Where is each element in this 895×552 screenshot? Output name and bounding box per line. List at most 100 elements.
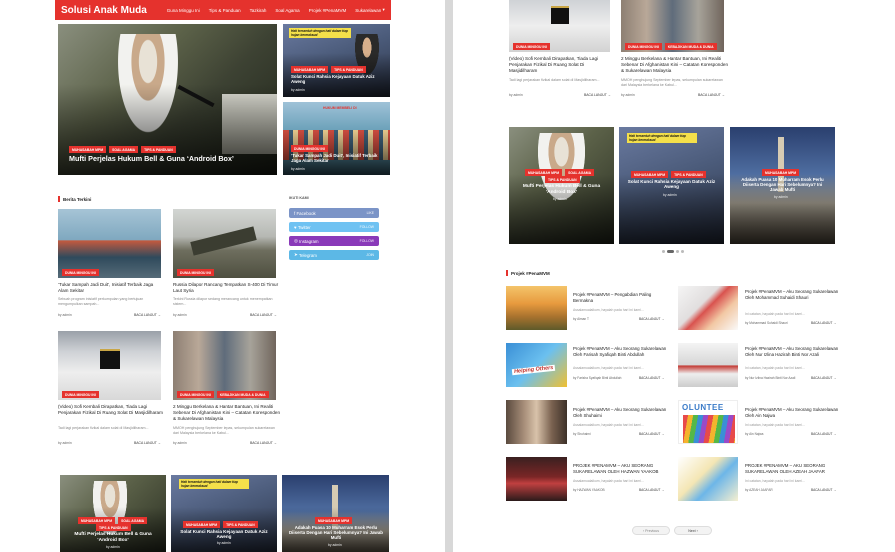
- list-title[interactable]: Projek #PenaMVM – Aku Seorang Sukarelawa…: [745, 407, 845, 418]
- category-tag[interactable]: KEBAJIKAN MUDA & DUNIA: [664, 43, 717, 50]
- author-meta[interactable]: by Shuhaimi: [573, 432, 591, 436]
- list-thumb[interactable]: [678, 286, 738, 330]
- slider-dots[interactable]: [662, 250, 684, 253]
- read-more-link[interactable]: BACA LANJUT →: [639, 376, 664, 380]
- list-thumb[interactable]: [678, 457, 738, 501]
- author-meta[interactable]: by Farisha Syafiqah Binti Abdullah: [573, 376, 621, 380]
- post-thumb[interactable]: DUNIA MINGGU INI: [173, 209, 276, 278]
- category-tag[interactable]: MUHASABAH MPM: [291, 66, 329, 73]
- category-tag[interactable]: MUHASABAH MPM: [78, 517, 116, 524]
- search-icon[interactable]: ⌕: [414, 7, 418, 14]
- featured-side-card[interactable]: Hati tersentuh dengan hati dalam tiap hu…: [283, 24, 390, 97]
- read-more-link[interactable]: BACA LANJUT →: [811, 432, 836, 436]
- post-title[interactable]: (Video) Sofi Kembali Dirapatkan, Tiada L…: [58, 404, 164, 416]
- author-meta[interactable]: by Ain Najwa: [745, 432, 763, 436]
- category-tag[interactable]: TIPS & PANDUAN: [96, 524, 131, 531]
- author-meta[interactable]: by Aiman T: [573, 317, 589, 321]
- author-meta[interactable]: by AZEAH JAAFAR: [745, 488, 773, 492]
- post-title[interactable]: (Video) Sofi Kembali Dirapatkan, Tiada L…: [509, 56, 613, 74]
- read-more-link[interactable]: BACA LANJUT →: [811, 488, 836, 492]
- author-meta[interactable]: by HAZWAN YAAKOB: [573, 488, 605, 492]
- featured-side-card[interactable]: HUKUM MEMBELI DI DUNIA MINGGU INI ‘Tukar…: [283, 102, 390, 175]
- slider-title[interactable]: Adakah Puasa 10 Muharram Esok Perlu Diis…: [288, 525, 384, 540]
- slider-card[interactable]: Hati tersentuh dengan hati dalam tiap hu…: [619, 127, 724, 244]
- author-meta[interactable]: by Nur Izlina Hazirah Binti Nor Azali: [745, 376, 795, 380]
- facebook-button[interactable]: f Facebook LIKE: [289, 208, 379, 218]
- slider-card[interactable]: MUHASABAH MPM SOAL AGAMA TIPS & PANDUAN …: [60, 475, 166, 552]
- featured-title[interactable]: Solat Kunci Rahsia Kejayaan Datuk Aziz A…: [291, 74, 379, 84]
- slider-card[interactable]: MUHASABAH MPM SOAL AGAMA TIPS & PANDUAN …: [509, 127, 614, 244]
- list-title[interactable]: Projek #PenaMVM – Aku Seorang Sukarelawa…: [745, 289, 845, 300]
- read-more-link[interactable]: BACA LANJUT →: [698, 93, 725, 97]
- slider-card[interactable]: Hati tersentuh dengan hati dalam tiap hu…: [171, 475, 277, 552]
- category-tag[interactable]: TIPS & PANDUAN: [141, 146, 176, 153]
- slider-card[interactable]: MUHASABAH MPM Adakah Puasa 10 Muharram E…: [730, 127, 835, 244]
- category-tag[interactable]: MUHASABAH MPM: [315, 517, 353, 524]
- slider-dot-active[interactable]: [667, 250, 674, 253]
- author-meta[interactable]: by Mohammad Suhaidi Shauri: [745, 321, 788, 325]
- author-meta[interactable]: by admin: [328, 543, 342, 547]
- author-meta[interactable]: by admin: [291, 167, 305, 171]
- author-meta[interactable]: by admin: [774, 195, 788, 199]
- category-tag[interactable]: MUHASABAH MPM: [762, 169, 800, 176]
- twitter-button[interactable]: ♥ Twitter FOLLOW: [289, 222, 379, 232]
- nav-item-dropdown[interactable]: Sukarelawan ▾: [355, 7, 385, 13]
- author-meta[interactable]: by admin: [173, 441, 187, 445]
- slider-card[interactable]: MUHASABAH MPM Adakah Puasa 10 Muharram E…: [282, 475, 389, 552]
- slider-dot[interactable]: [662, 250, 665, 253]
- featured-title[interactable]: Mufti Perjelas Hukum Bell & Guna ‘Androi…: [69, 154, 269, 163]
- list-thumb[interactable]: OLUNTEE: [678, 400, 738, 444]
- instagram-button[interactable]: ◎ Instagram FOLLOW: [289, 236, 379, 246]
- nav-item[interactable]: Projek #PenaMVM: [309, 8, 347, 13]
- category-tag[interactable]: SOAL AGAMA: [565, 169, 595, 176]
- list-thumb[interactable]: [506, 286, 567, 330]
- category-tag[interactable]: SOAL AGAMA: [118, 517, 148, 524]
- author-meta[interactable]: by admin: [663, 193, 677, 197]
- category-tag[interactable]: MUHASABAH MPM: [631, 171, 669, 178]
- author-meta[interactable]: by admin: [509, 93, 523, 97]
- site-logo[interactable]: Solusi Anak Muda: [61, 5, 147, 16]
- post-title[interactable]: 2 Minggu Berkelana & Hantar Bantuan, Ini…: [173, 404, 281, 422]
- category-tag[interactable]: DUNIA MINGGU INI: [62, 269, 99, 276]
- nav-item[interactable]: Tips & Panduan: [209, 8, 241, 13]
- nav-item[interactable]: Tazkirah: [250, 8, 267, 13]
- slider-title[interactable]: Adakah Puasa 10 Muharram Esok Perlu Diis…: [736, 177, 829, 192]
- author-meta[interactable]: by admin: [217, 541, 231, 545]
- category-tag[interactable]: DUNIA MINGGU INI: [513, 43, 550, 50]
- category-tag[interactable]: TIPS & PANDUAN: [671, 171, 706, 178]
- list-thumb[interactable]: [678, 343, 738, 387]
- slider-title[interactable]: Solat Kunci Rahsia Kejayaan Datuk Aziz A…: [177, 529, 271, 540]
- nav-item[interactable]: Guna Minggu Ini: [167, 8, 200, 13]
- category-tag[interactable]: DUNIA MINGGU INI: [177, 391, 214, 398]
- slider-dot[interactable]: [681, 250, 684, 253]
- list-thumb[interactable]: [506, 457, 567, 501]
- bookmark-icon[interactable]: ▮: [394, 7, 398, 14]
- category-tag[interactable]: TIPS & PANDUAN: [331, 66, 366, 73]
- list-title[interactable]: PROJEK #PENAMVM – AKU SEORANG SUKARELAWA…: [745, 463, 845, 474]
- author-meta[interactable]: by admin: [621, 93, 635, 97]
- post-thumb[interactable]: DUNIA MINGGU INI KEBAJIKAN MUDA & DUNIA: [621, 0, 724, 52]
- category-tag[interactable]: KEBAJIKAN MUDA & DUNIA: [216, 391, 269, 398]
- author-meta[interactable]: by admin: [58, 313, 72, 317]
- category-tag[interactable]: MUHASABAH MPM: [525, 169, 563, 176]
- post-thumb[interactable]: DUNIA MINGGU INI KEBAJIKAN MUDA & DUNIA: [173, 331, 276, 400]
- slider-title[interactable]: Mufti Perjelas Hukum Bell & Guna ‘Androi…: [66, 532, 160, 543]
- read-more-link[interactable]: BACA LANJUT →: [639, 488, 664, 492]
- featured-title[interactable]: ‘Tukar Sampah Jadi Duit’, Inisiatif Terb…: [291, 153, 381, 163]
- post-thumb[interactable]: DUNIA MINGGU INI: [509, 0, 610, 52]
- read-more-link[interactable]: BACA LANJUT →: [639, 432, 664, 436]
- list-title[interactable]: Projek #PenaMVM – Pengabdian Paling Berm…: [573, 292, 668, 303]
- list-title[interactable]: Projek #PenaMVM – Aku Seorang Sukarelawa…: [745, 346, 845, 357]
- read-more-link[interactable]: BACA LANJUT →: [134, 313, 161, 317]
- slider-dot[interactable]: [676, 250, 679, 253]
- bolt-icon[interactable]: ✦: [403, 7, 409, 14]
- read-more-link[interactable]: BACA LANJUT →: [134, 441, 161, 445]
- list-thumb[interactable]: [506, 400, 567, 444]
- category-tag[interactable]: TIPS & PANDUAN: [223, 521, 258, 528]
- list-title[interactable]: Projek #PenaMVM – Aku Seorang Sukarelawa…: [573, 346, 668, 357]
- category-tag[interactable]: SOAL AGAMA: [109, 146, 139, 153]
- post-thumb[interactable]: DUNIA MINGGU INI: [58, 209, 161, 278]
- category-tag[interactable]: MUHASABAH MPM: [183, 521, 221, 528]
- read-more-link[interactable]: BACA LANJUT →: [811, 321, 836, 325]
- list-thumb[interactable]: Helping Others: [506, 343, 567, 387]
